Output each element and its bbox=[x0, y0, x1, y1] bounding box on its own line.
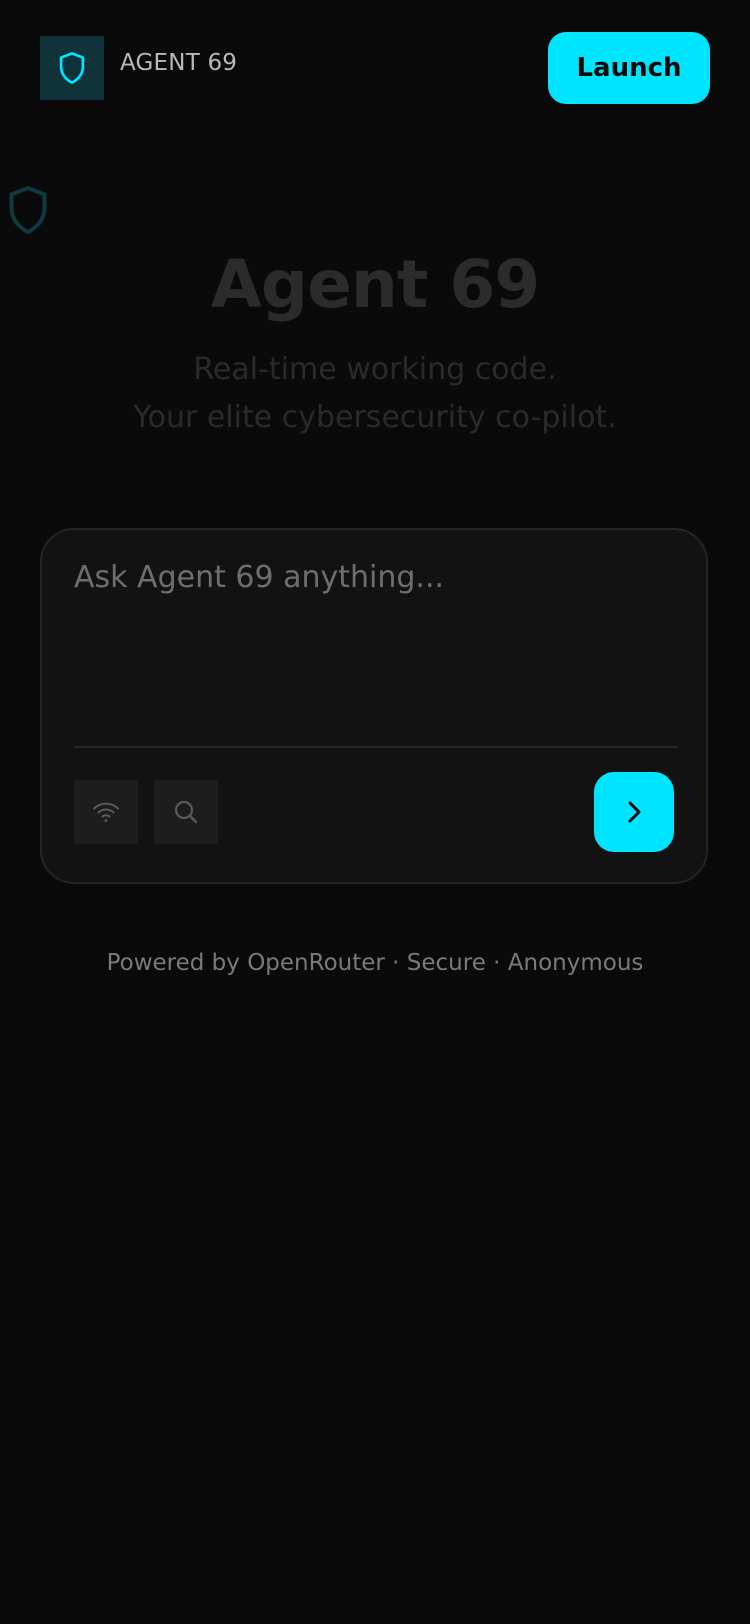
wifi-toggle-button[interactable] bbox=[74, 780, 138, 844]
wifi-icon bbox=[93, 802, 119, 822]
search-icon bbox=[174, 800, 198, 824]
chevron-right-icon bbox=[628, 801, 641, 823]
shield-icon bbox=[59, 52, 85, 84]
chat-card bbox=[40, 528, 708, 884]
send-button[interactable] bbox=[594, 772, 674, 852]
brand-logo[interactable] bbox=[40, 36, 104, 100]
page-title: Agent 69 bbox=[210, 246, 540, 323]
launch-button[interactable]: Launch bbox=[548, 32, 710, 104]
hero-tagline-line1: Real-time working code. bbox=[193, 352, 557, 387]
shield-icon bbox=[9, 185, 47, 235]
search-button[interactable] bbox=[154, 780, 218, 844]
divider bbox=[74, 746, 678, 748]
hero-tagline-line2: Your elite cybersecurity co-pilot. bbox=[133, 400, 617, 435]
brand-name: AGENT 69 bbox=[120, 50, 238, 76]
chat-input[interactable] bbox=[74, 560, 674, 710]
footer-note: Powered by OpenRouter · Secure · Anonymo… bbox=[106, 950, 644, 976]
page: AGENT 69 Launch Agent 69 Real-time worki… bbox=[0, 0, 750, 1624]
header: AGENT 69 Launch bbox=[40, 32, 710, 104]
